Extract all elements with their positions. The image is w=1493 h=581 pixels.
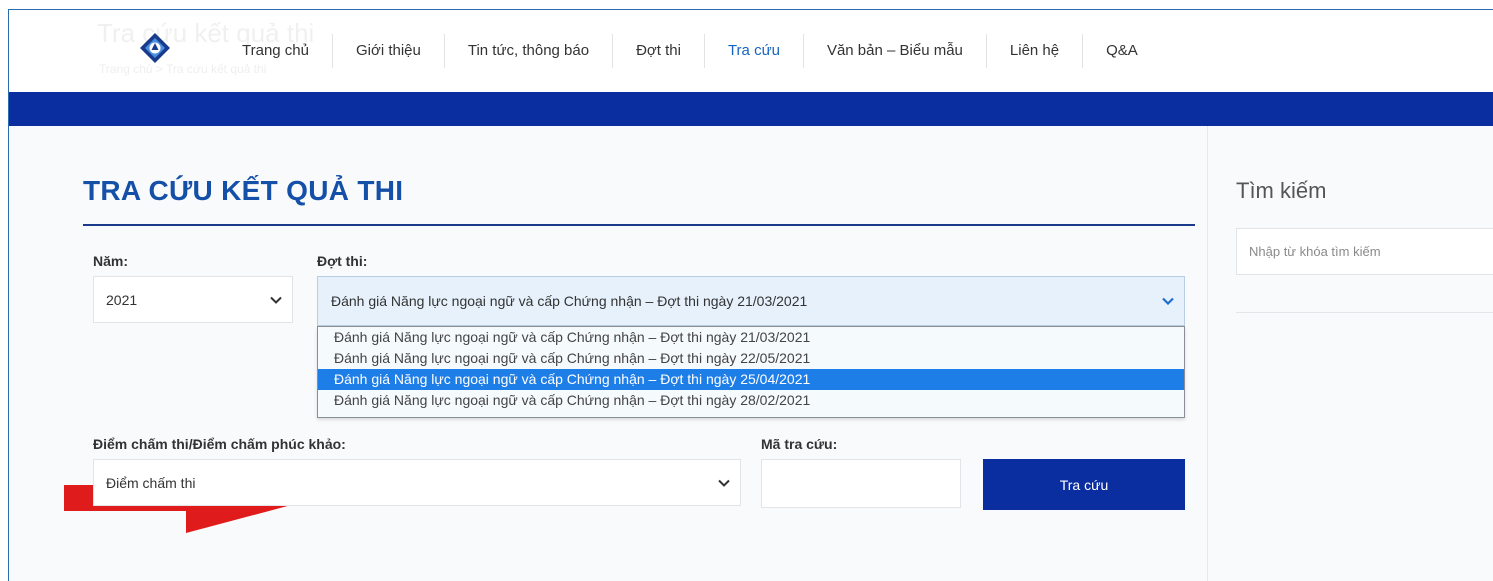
- nav-item-qa[interactable]: Q&A: [1083, 34, 1161, 68]
- exam-round-label: Đợt thi:: [317, 253, 368, 269]
- site-header: Tra cứu kết quả thi Trang chủ > Tra cứu …: [9, 10, 1493, 92]
- sidebar-search-input[interactable]: Nhập từ khóa tìm kiếm: [1236, 228, 1493, 275]
- title-divider: [83, 224, 1195, 226]
- sidebar: Tìm kiếm Nhập từ khóa tìm kiếm: [1207, 126, 1493, 581]
- year-select[interactable]: 2021: [93, 276, 293, 323]
- lookup-code-label: Mã tra cứu:: [761, 436, 838, 452]
- exam-round-option-highlighted[interactable]: Đánh giá Năng lực ngoại ngữ và cấp Chứng…: [318, 369, 1184, 390]
- nav-item-about[interactable]: Giới thiệu: [333, 34, 445, 68]
- score-type-select[interactable]: Điểm chấm thi: [93, 459, 741, 506]
- nav-item-exam-rounds[interactable]: Đợt thi: [613, 34, 705, 68]
- page-title: TRA CỨU KẾT QUẢ THI: [83, 175, 404, 206]
- nav-item-home[interactable]: Trang chủ: [219, 34, 333, 68]
- lookup-submit-button[interactable]: Tra cứu: [983, 459, 1185, 510]
- exam-round-option[interactable]: Đánh giá Năng lực ngoại ngữ và cấp Chứng…: [318, 327, 1184, 348]
- score-type-select-value: Điểm chấm thi: [106, 474, 196, 491]
- exam-round-select[interactable]: Đánh giá Năng lực ngoại ngữ và cấp Chứng…: [317, 276, 1185, 326]
- chevron-down-icon: [270, 296, 282, 304]
- exam-round-option[interactable]: Đánh giá Năng lực ngoại ngữ và cấp Chứng…: [318, 348, 1184, 369]
- header-band: [9, 92, 1493, 126]
- lookup-code-input[interactable]: [761, 459, 961, 508]
- nav-item-lookup[interactable]: Tra cứu: [705, 34, 804, 68]
- year-label: Năm:: [93, 253, 129, 269]
- exam-round-dropdown: Đánh giá Năng lực ngoại ngữ và cấp Chứng…: [317, 326, 1185, 418]
- nav-item-news[interactable]: Tin tức, thông báo: [445, 34, 614, 68]
- sidebar-search-title: Tìm kiếm: [1236, 178, 1327, 203]
- year-select-value: 2021: [106, 291, 138, 308]
- nav-item-documents[interactable]: Văn bản – Biểu mẫu: [804, 34, 987, 68]
- site-logo-icon[interactable]: [139, 32, 171, 64]
- main-nav: Trang chủ Giới thiệu Tin tức, thông báo …: [219, 34, 1161, 68]
- score-type-label: Điểm chấm thi/Điểm chấm phúc khảo:: [93, 436, 346, 452]
- chevron-down-icon: [1162, 297, 1174, 305]
- lookup-panel: TRA CỨU KẾT QUẢ THI Năm: 2021 Đợt thi: Đ…: [9, 126, 1207, 581]
- sidebar-divider: [1236, 312, 1493, 313]
- chevron-down-icon: [718, 479, 730, 487]
- exam-round-select-value: Đánh giá Năng lực ngoại ngữ và cấp Chứng…: [331, 293, 808, 309]
- browser-frame: Tra cứu kết quả thi Trang chủ > Tra cứu …: [8, 9, 1493, 581]
- exam-round-option[interactable]: Đánh giá Năng lực ngoại ngữ và cấp Chứng…: [318, 390, 1184, 411]
- nav-item-contact[interactable]: Liên hệ: [987, 34, 1084, 68]
